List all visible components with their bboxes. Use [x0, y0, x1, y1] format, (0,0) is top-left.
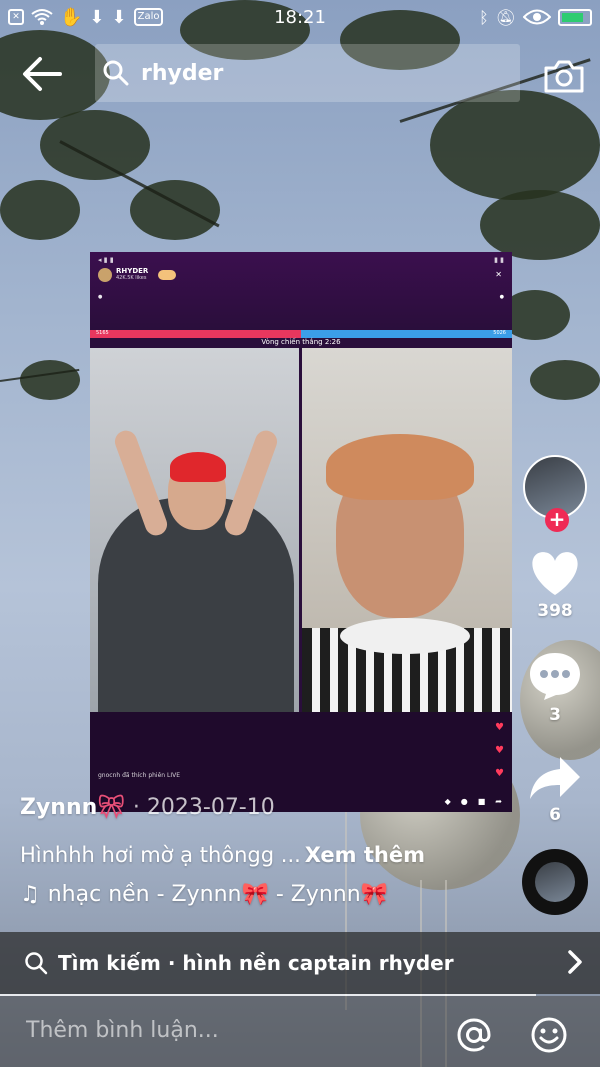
heart-icon	[532, 552, 578, 595]
video-content[interactable]: ◂ ▮ ▮ ▮ ▮ RHYDER 42K.5K likes ● ✕ ● 5165 5…	[90, 252, 512, 812]
live-tag: ●	[98, 294, 103, 300]
left-streamer-panel	[90, 348, 299, 712]
host-name: RHYDER 42K.5K likes	[116, 267, 149, 281]
comment-bar	[0, 996, 600, 1067]
search-icon	[103, 60, 129, 86]
gift-notice: gnocnh đã thích phiên LIVE	[98, 772, 181, 779]
like-button[interactable]: 398	[528, 549, 582, 621]
host-avatar	[98, 268, 112, 282]
post-date: · 2023-07-10	[132, 795, 275, 820]
comment-count: 3	[549, 705, 561, 725]
share-count: 6	[549, 805, 561, 825]
caption: Hìnhhh hơi mờ ạ thôngg ... Xem thêm	[20, 843, 425, 867]
author-line[interactable]: Zynnn🎀︎ · 2023-07-10	[20, 795, 275, 820]
music-disc[interactable]	[522, 849, 588, 915]
score-left: 5165	[90, 330, 301, 338]
camera-icon[interactable]	[543, 58, 585, 94]
right-streamer-panel	[302, 348, 512, 712]
battery-icon	[558, 8, 592, 26]
like-count: 398	[537, 601, 573, 621]
chevron-right-icon	[568, 950, 582, 974]
music-note-icon: ♫	[20, 882, 40, 907]
search-icon-small	[25, 952, 48, 975]
see-more-link[interactable]: Xem thêm	[305, 843, 425, 867]
author-avatar[interactable]: +	[523, 455, 587, 532]
mention-icon[interactable]	[455, 1016, 493, 1054]
music-title: nhạc nền - Zynnn🎀 - Zynnn🎀	[47, 882, 389, 907]
caption-text: Hìnhhh hơi mờ ạ thôngg ...	[20, 843, 301, 867]
search-bar[interactable]: rhyder	[95, 44, 520, 102]
search-query: rhyder	[141, 60, 224, 86]
close-icon: ✕	[495, 270, 502, 279]
comment-input[interactable]	[26, 1018, 426, 1043]
score-right: 5026	[301, 330, 512, 338]
live-tools: ◆ ● ■ ➦	[444, 797, 502, 806]
comment-icon	[530, 653, 580, 700]
back-arrow-icon[interactable]	[22, 56, 62, 92]
author-name[interactable]: Zynnn	[20, 795, 97, 820]
share-button[interactable]: 6	[528, 755, 582, 825]
bow-icon: 🎀︎	[97, 795, 126, 820]
related-search-label: Tìm kiếm · hình nền captain rhyder	[58, 951, 454, 975]
battle-scorebar: 5165 5026	[90, 330, 512, 338]
comment-button[interactable]: 3	[528, 651, 582, 725]
battle-timer: Vòng chiến thắng 2:26	[261, 338, 341, 346]
follow-plus-icon[interactable]: +	[545, 508, 569, 532]
share-icon	[530, 757, 580, 799]
clock: 18:21	[274, 6, 326, 28]
related-search-bar[interactable]: Tìm kiếm · hình nền captain rhyder	[0, 932, 600, 994]
live-header: ◂ ▮ ▮ ▮ ▮ RHYDER 42K.5K likes ● ✕ ●	[90, 252, 512, 330]
music-line[interactable]: ♫ nhạc nền - Zynnn🎀 - Zynnn🎀	[20, 882, 388, 907]
action-rail: + 398 3 6	[522, 455, 588, 915]
explore-pill: ●	[499, 294, 504, 300]
floating-hearts: ♥ ♥ ♥	[495, 722, 504, 779]
status-bar: ✕ ✋ ⬇ ⬇ Zalo 18:21 ᛒ 🔕︎	[0, 0, 600, 34]
music-disc-cover	[535, 862, 575, 902]
emoji-icon[interactable]	[530, 1016, 568, 1054]
host-follow-pill	[158, 270, 176, 280]
